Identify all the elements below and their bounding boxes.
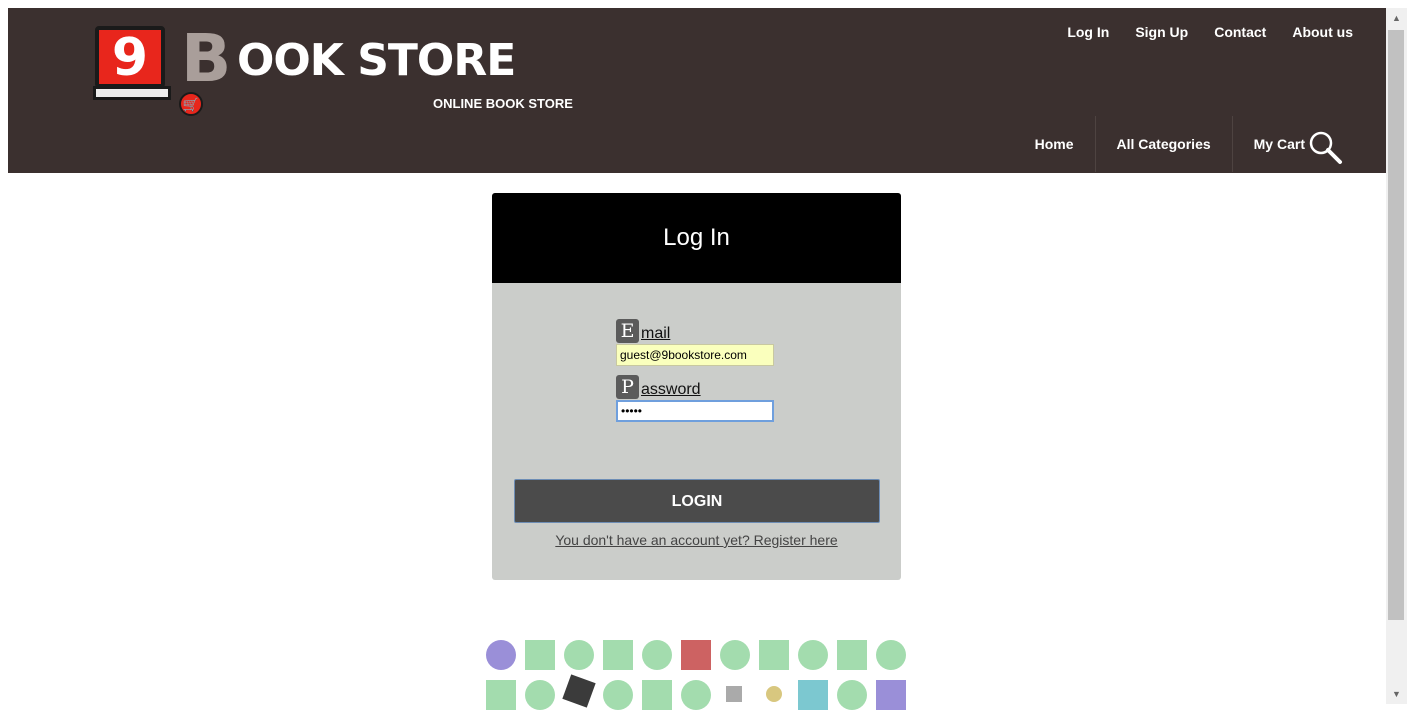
nav-login[interactable]: Log In bbox=[1054, 24, 1122, 40]
logo-tagline: ONLINE BOOK STORE bbox=[433, 96, 573, 111]
site-header: 9 🛒 B OOK STORE ONLINE BOOK STORE Log In… bbox=[8, 8, 1386, 173]
shape-circle bbox=[681, 680, 711, 710]
shape-square bbox=[603, 640, 633, 670]
shape-circle bbox=[564, 640, 594, 670]
shape-small-square bbox=[726, 686, 742, 702]
shape-square bbox=[798, 680, 828, 710]
nav-home[interactable]: Home bbox=[1014, 116, 1096, 172]
shape-circle bbox=[525, 680, 555, 710]
shape-small-circle bbox=[766, 686, 782, 702]
password-label: P assword bbox=[616, 375, 701, 399]
nav-contact[interactable]: Contact bbox=[1201, 24, 1279, 40]
shape-circle bbox=[603, 680, 633, 710]
password-field[interactable] bbox=[616, 400, 774, 422]
email-label-cap: E bbox=[616, 319, 639, 343]
main-nav: Home All Categories My Cart bbox=[1014, 116, 1326, 172]
register-link[interactable]: You don't have an account yet? Register … bbox=[492, 532, 901, 548]
shape-circle bbox=[837, 680, 867, 710]
logo-title: OOK STORE bbox=[237, 35, 516, 86]
site-logo[interactable]: 9 🛒 B OOK STORE ONLINE BOOK STORE bbox=[93, 20, 573, 126]
nav-signup[interactable]: Sign Up bbox=[1122, 24, 1201, 40]
password-label-cap: P bbox=[616, 375, 639, 399]
login-card: Log In E mail P assword LOGIN You don't … bbox=[492, 193, 901, 580]
shape-circle bbox=[486, 640, 516, 670]
logo-big-letter: B bbox=[181, 20, 232, 97]
shape-square bbox=[681, 640, 711, 670]
scroll-up-arrow-icon[interactable]: ▲ bbox=[1386, 8, 1407, 28]
shape-circle bbox=[720, 640, 750, 670]
logo-book-icon bbox=[93, 86, 171, 100]
shape-square bbox=[525, 640, 555, 670]
shape-square bbox=[759, 640, 789, 670]
top-nav: Log In Sign Up Contact About us bbox=[1054, 24, 1366, 40]
shape-square bbox=[876, 680, 906, 710]
vertical-scrollbar[interactable]: ▲ ▼ bbox=[1386, 8, 1407, 704]
scrollbar-thumb[interactable] bbox=[1388, 30, 1404, 620]
shape-circle bbox=[642, 640, 672, 670]
login-title: Log In bbox=[492, 193, 901, 283]
decorative-shapes bbox=[486, 640, 916, 710]
email-label: E mail bbox=[616, 319, 670, 343]
nav-about[interactable]: About us bbox=[1279, 24, 1366, 40]
shape-circle bbox=[798, 640, 828, 670]
scroll-down-arrow-icon[interactable]: ▼ bbox=[1386, 684, 1407, 704]
search-icon[interactable] bbox=[1306, 128, 1346, 168]
password-label-text: assword bbox=[641, 381, 701, 398]
nav-all-categories[interactable]: All Categories bbox=[1096, 116, 1233, 172]
email-field[interactable] bbox=[616, 344, 774, 366]
shape-tilted-square bbox=[562, 674, 596, 708]
shape-circle bbox=[876, 640, 906, 670]
shape-square bbox=[642, 680, 672, 710]
email-label-text: mail bbox=[641, 325, 671, 342]
logo-number-badge: 9 bbox=[95, 26, 165, 88]
shape-square bbox=[486, 680, 516, 710]
login-button[interactable]: LOGIN bbox=[514, 479, 880, 523]
shape-square bbox=[837, 640, 867, 670]
